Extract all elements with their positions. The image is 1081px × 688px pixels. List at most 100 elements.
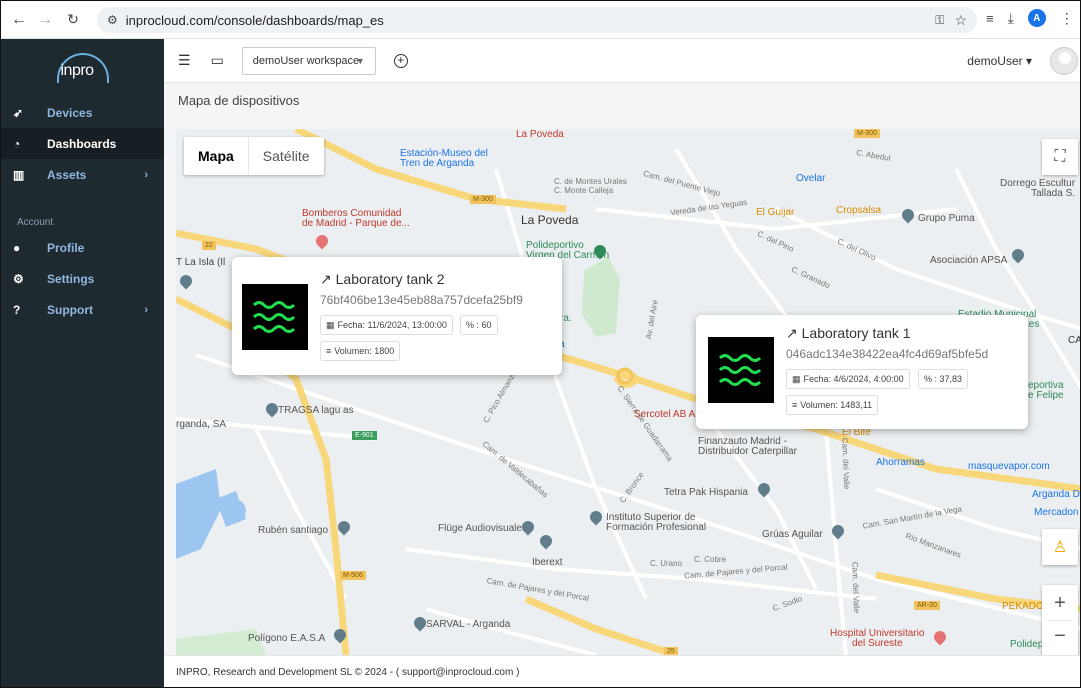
map-label[interactable]: El Guijar bbox=[756, 207, 794, 218]
caret-down-icon: ▼ bbox=[355, 55, 365, 66]
tab-mapa[interactable]: Mapa bbox=[184, 137, 249, 175]
user-icon: ● bbox=[13, 240, 21, 255]
map-label[interactable]: masquevapor.com bbox=[968, 461, 1050, 472]
map-label: CA bbox=[1068, 335, 1081, 346]
map-label[interactable]: La Poveda bbox=[516, 129, 564, 140]
browser-profile-avatar[interactable]: A bbox=[1027, 9, 1046, 27]
logo-area[interactable]: inpro bbox=[1, 39, 164, 97]
map-label[interactable]: Dorrego Escultur Tallada S. bbox=[1000, 179, 1075, 199]
download-icon[interactable]: ⤓ bbox=[1008, 10, 1014, 27]
device-title-link[interactable]: ↗ Laboratory tank 1 bbox=[786, 325, 911, 342]
map-label[interactable]: TRAGSA lagu as bbox=[278, 405, 354, 416]
map-label[interactable]: Grúas Aguilar bbox=[762, 529, 823, 540]
calendar-icon: ▦ bbox=[792, 373, 801, 384]
star-icon[interactable]: ☆ bbox=[954, 12, 967, 29]
sidebar-item-support[interactable]: ? Support › bbox=[1, 294, 164, 325]
waves-icon bbox=[252, 301, 296, 333]
map-label[interactable]: Arganda De bbox=[1032, 489, 1080, 500]
map-label[interactable]: Finanzauto Madrid - Distribuidor Caterpil… bbox=[698, 437, 797, 457]
folder-open-icon[interactable]: ▭ bbox=[211, 52, 224, 69]
map-label[interactable]: PEKADO bbox=[1002, 601, 1044, 612]
map-label[interactable]: Bomberos Comunidad de Madrid - Parque de.… bbox=[302, 209, 410, 229]
map-label[interactable]: Iberext bbox=[532, 557, 563, 568]
street-label: C. Cobre bbox=[694, 555, 727, 564]
map-label[interactable]: Grupo Puma bbox=[918, 213, 975, 224]
road-shield: AR-30 bbox=[914, 601, 940, 610]
sidebar-item-profile[interactable]: ● Profile bbox=[1, 232, 164, 263]
map-label[interactable]: Ahorramas bbox=[876, 457, 925, 468]
zoom-out-button[interactable]: − bbox=[1054, 621, 1066, 655]
url-text[interactable]: inprocloud.com/console/dashboards/map_es bbox=[126, 13, 384, 28]
street-label: Cam. del Valle bbox=[840, 437, 852, 490]
waves-icon bbox=[718, 354, 762, 386]
list-icon: ≡ bbox=[326, 346, 332, 356]
device-map[interactable]: La Poveda Estación-Museo del Tren de Arga… bbox=[176, 129, 1081, 655]
gears-icon: ⚙ bbox=[13, 271, 24, 286]
map-label[interactable]: Flüge Audiovisuales bbox=[438, 523, 527, 534]
volume-chip: ≡ Volumen: 1800 bbox=[320, 341, 401, 361]
map-label: tes bbox=[1026, 319, 1040, 330]
map-label[interactable]: Hospital Universitario del Sureste bbox=[830, 629, 924, 649]
map-label[interactable]: Cropsalsa bbox=[836, 205, 881, 216]
chevron-right-icon: › bbox=[144, 303, 148, 316]
workspace-select[interactable]: demoUser workspace ▼ bbox=[241, 46, 376, 75]
building-icon: ▥ bbox=[13, 167, 25, 182]
add-circle-icon[interactable]: + bbox=[393, 53, 408, 68]
key-icon[interactable]: ⚿ bbox=[935, 13, 944, 28]
percent-chip: % : 37,83 bbox=[918, 369, 969, 389]
map-label[interactable]: Estación-Museo del Tren de Arganda bbox=[400, 149, 488, 169]
map-label[interactable]: T La Isla (Il bbox=[176, 257, 225, 268]
inpro-logo: inpro bbox=[53, 51, 113, 85]
device-info-card[interactable]: ↗ Laboratory tank 2 76bf406be13e45eb88a7… bbox=[232, 257, 562, 375]
fullscreen-icon: ⛶ bbox=[1054, 148, 1066, 165]
calendar-icon: ▦ bbox=[326, 319, 335, 330]
sidebar-item-dashboards[interactable]: ◔ Dashboards bbox=[1, 128, 164, 159]
sidebar-item-devices[interactable]: ➶ Devices bbox=[1, 97, 164, 128]
rocket-icon: ➶ bbox=[13, 105, 24, 120]
kebab-menu-icon[interactable]: ⋮ bbox=[1060, 10, 1074, 27]
map-label[interactable]: Ovelar bbox=[796, 173, 825, 184]
back-icon[interactable]: ← bbox=[7, 8, 31, 32]
sidebar-item-assets[interactable]: ▥ Assets › bbox=[1, 159, 164, 190]
street-label: Cam. del Valle bbox=[850, 561, 862, 614]
map-label[interactable]: Instituto Superior de Formación Profesion… bbox=[606, 513, 706, 533]
question-circle-icon: ? bbox=[13, 302, 21, 317]
browser-toolbar: ← → ↻ ⚙ inprocloud.com/console/dashboard… bbox=[1, 1, 1080, 39]
map-label[interactable]: Tetra Pak Hispania bbox=[664, 487, 748, 498]
site-settings-icon[interactable]: ⚙ bbox=[107, 13, 118, 27]
fullscreen-button[interactable]: ⛶ bbox=[1042, 139, 1078, 175]
chevron-right-icon: › bbox=[144, 168, 148, 181]
map-label[interactable]: Asociación APSA bbox=[930, 255, 1007, 266]
address-bar[interactable]: ⚙ inprocloud.com/console/dashboards/map_… bbox=[97, 7, 977, 33]
water-area bbox=[176, 469, 221, 559]
sidebar: inpro ➶ Devices ◔ Dashboards ▥ Assets › … bbox=[1, 39, 164, 687]
device-id: 046adc134e38422ea4fc4d69af5bfe5d bbox=[786, 347, 989, 361]
device-info-card[interactable]: ↗ Laboratory tank 1 046adc134e38422ea4fc… bbox=[696, 315, 1028, 429]
external-link-icon: ↗ bbox=[320, 271, 332, 287]
tab-satelite[interactable]: Satélite bbox=[249, 137, 324, 175]
map-label[interactable]: Rubén santiago bbox=[258, 525, 328, 536]
map-label[interactable]: Mercadon bbox=[1034, 507, 1078, 518]
street-label: C. de Montes Urales C. Monte Calleja bbox=[554, 177, 627, 195]
sidebar-toggle-icon[interactable]: ☰ bbox=[178, 52, 191, 69]
street-view-button[interactable]: ♙ bbox=[1042, 529, 1078, 565]
zoom-in-button[interactable]: + bbox=[1054, 586, 1066, 620]
reload-icon[interactable]: ↻ bbox=[61, 8, 85, 32]
road-shield: 22 bbox=[202, 241, 216, 250]
road-shield: E-901 bbox=[352, 431, 377, 440]
map-label[interactable]: Polígono E.A.S.A bbox=[248, 633, 325, 644]
device-title-link[interactable]: ↗ Laboratory tank 2 bbox=[320, 271, 445, 288]
map-label[interactable]: SARVAL - Arganda bbox=[426, 619, 510, 630]
page-title: Mapa de dispositivos bbox=[178, 93, 300, 108]
user-avatar[interactable] bbox=[1050, 47, 1078, 75]
map-label[interactable]: eportiva e Felipe bbox=[1028, 381, 1064, 401]
device-thumbnail bbox=[708, 337, 774, 403]
reading-list-icon[interactable]: ≡ bbox=[986, 11, 994, 26]
user-menu[interactable]: demoUser ▾ bbox=[967, 54, 1032, 68]
device-thumbnail bbox=[242, 284, 308, 350]
sidebar-item-settings[interactable]: ⚙ Settings bbox=[1, 263, 164, 294]
park-area bbox=[582, 257, 620, 337]
street-label: C. Urano bbox=[650, 559, 683, 568]
map-label[interactable]: Polidep bbox=[1010, 639, 1043, 650]
forward-icon[interactable]: → bbox=[33, 8, 57, 32]
